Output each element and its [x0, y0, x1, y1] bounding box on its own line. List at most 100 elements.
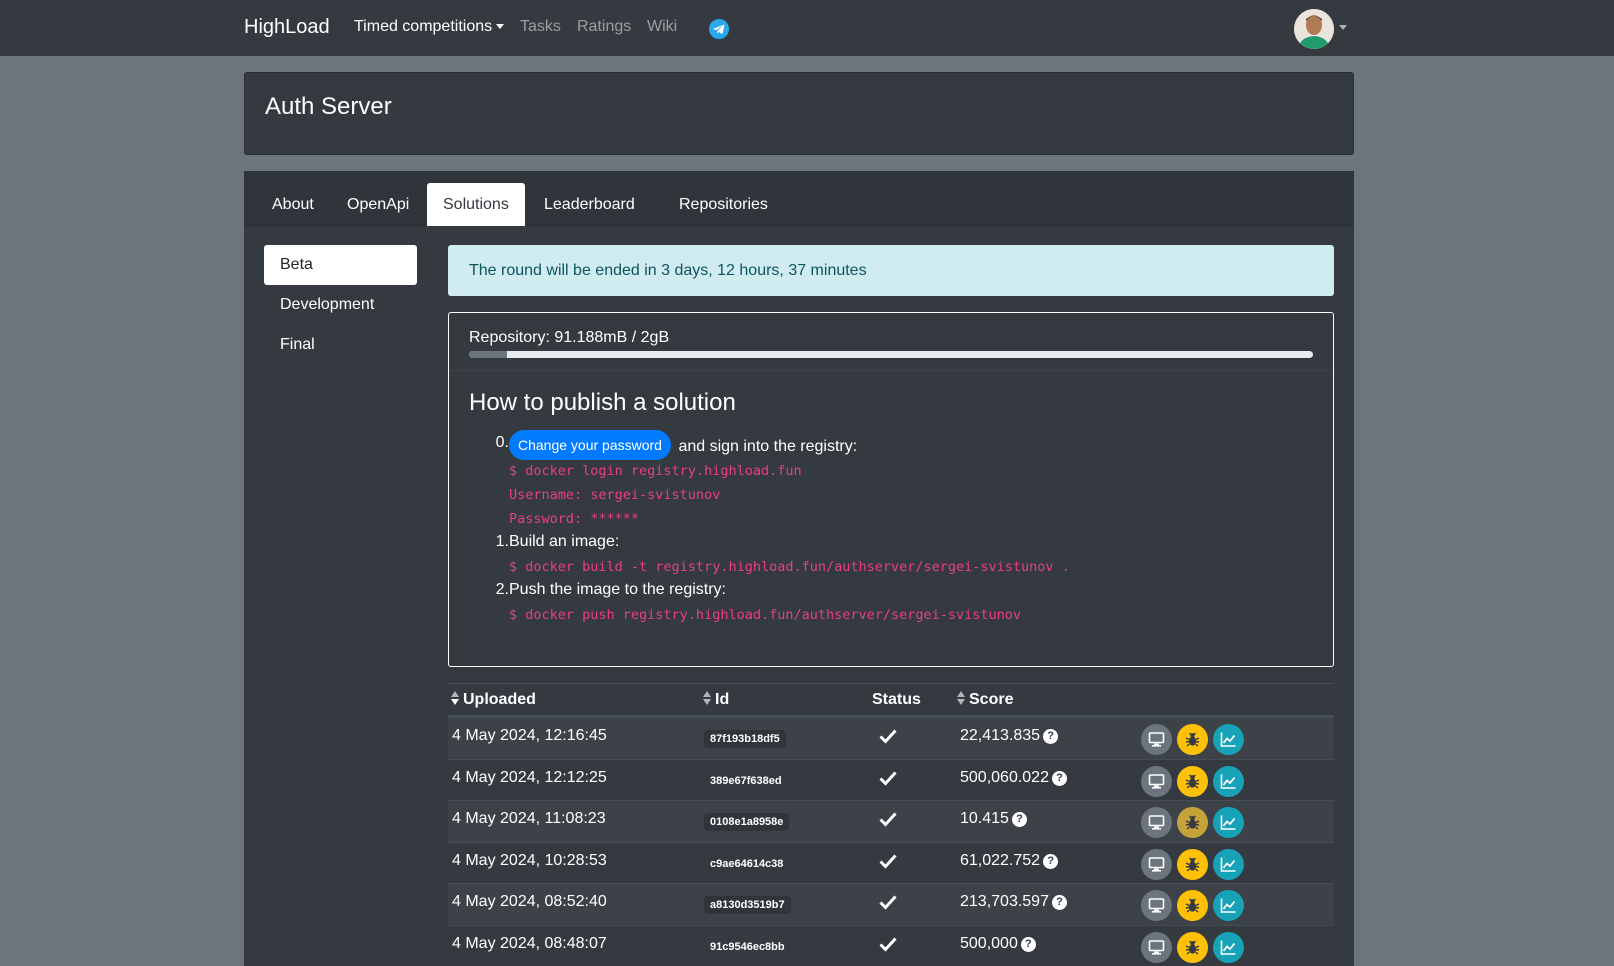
metrics-button[interactable] — [1213, 765, 1244, 797]
uploaded-cell: 4 May 2024, 12:12:25 — [452, 768, 607, 786]
uploaded-cell: 4 May 2024, 10:28:53 — [452, 851, 607, 869]
question-icon[interactable]: ? — [1011, 812, 1027, 827]
step-1-text: Build an image: — [509, 533, 620, 550]
nav-ratings[interactable]: Ratings — [577, 18, 631, 36]
table-row: 4 May 2024, 12:12:25 389e67f638ed 500,06… — [448, 758, 1334, 801]
repository-usage-progress — [469, 351, 1313, 358]
solution-id-badge: 91c9546ec8bb — [704, 937, 791, 956]
column-score[interactable]: Score — [956, 691, 1013, 709]
question-icon[interactable]: ? — [1043, 729, 1059, 744]
main-card: About OpenApi Solutions Leaderboard Repo… — [244, 171, 1354, 966]
logs-button[interactable] — [1141, 807, 1172, 838]
chart-line-icon — [1220, 815, 1236, 830]
table-header: Uploaded Id Status Score — [448, 683, 1334, 717]
score-cell: 500,060.022? — [960, 769, 1067, 787]
logs-button[interactable] — [1141, 890, 1172, 921]
solution-id-badge: a8130d3519b7 — [704, 896, 791, 914]
score-value: 22,413.835 — [960, 727, 1041, 744]
solution-id-badge: 389e67f638ed — [704, 771, 788, 790]
step-number: 2. — [495, 581, 509, 598]
uploaded-cell: 4 May 2024, 08:48:07 — [452, 934, 607, 952]
metrics-button[interactable] — [1213, 848, 1244, 880]
debug-button[interactable] — [1177, 765, 1208, 797]
divider — [449, 370, 1333, 371]
metrics-button[interactable] — [1213, 724, 1244, 755]
brand-logo[interactable]: HighLoad — [244, 16, 330, 39]
question-icon[interactable]: ? — [1051, 895, 1067, 910]
solution-id-badge: c9ae64614c38 — [704, 854, 790, 873]
nav-timed-competitions[interactable]: Timed competitions — [354, 18, 505, 36]
solutions-table: Uploaded Id Status Score 4 May 2024, 12:… — [448, 683, 1334, 966]
row-actions — [1141, 724, 1251, 755]
debug-button[interactable] — [1177, 807, 1208, 838]
tab-bar: About OpenApi Solutions Leaderboard Repo… — [244, 171, 1354, 226]
round-end-alert: The round will be ended in 3 days, 12 ho… — [448, 245, 1334, 296]
score-cell: 22,413.835? — [960, 727, 1059, 745]
metrics-button[interactable] — [1213, 807, 1244, 838]
score-cell: 61,022.752? — [960, 851, 1059, 870]
logs-button[interactable] — [1141, 931, 1172, 963]
chart-line-icon — [1220, 774, 1236, 789]
nav-timed-competitions-label: Timed competitions — [354, 18, 493, 35]
sidebar-item-beta[interactable]: Beta — [264, 245, 417, 285]
tab-about[interactable]: About — [256, 183, 330, 226]
question-icon[interactable]: ? — [1043, 853, 1059, 869]
debug-button[interactable] — [1177, 890, 1208, 921]
tab-openapi[interactable]: OpenApi — [331, 183, 425, 226]
sort-icon — [702, 691, 712, 705]
question-icon[interactable]: ? — [1020, 936, 1036, 952]
user-avatar[interactable] — [1294, 9, 1334, 49]
row-actions — [1141, 807, 1251, 838]
chart-line-icon — [1220, 940, 1236, 955]
uploaded-cell: 4 May 2024, 11:08:23 — [452, 810, 606, 827]
sidebar-item-development[interactable]: Development — [264, 285, 417, 325]
solution-id-badge: 0108e1a8958e — [704, 813, 790, 831]
monitor-icon — [1148, 898, 1165, 913]
sidebar-item-final[interactable]: Final — [264, 325, 417, 365]
debug-button[interactable] — [1177, 931, 1208, 963]
check-icon — [879, 770, 897, 786]
debug-button[interactable] — [1177, 848, 1208, 880]
progress-fill — [469, 351, 507, 358]
code-docker-login: $ docker login registry.highload.fun — [509, 463, 802, 479]
score-cell: 500,000? — [960, 935, 1036, 953]
tab-solutions[interactable]: Solutions — [427, 183, 525, 226]
debug-button[interactable] — [1177, 724, 1208, 755]
row-actions — [1141, 848, 1251, 880]
table-row: 4 May 2024, 11:08:23 0108e1a8958e 10.415… — [448, 800, 1334, 842]
code-docker-push: $ docker push registry.highload.fun/auth… — [509, 607, 1022, 623]
row-actions — [1141, 765, 1251, 797]
tab-leaderboard[interactable]: Leaderboard — [528, 183, 651, 226]
tab-repositories[interactable]: Repositories — [663, 183, 784, 226]
nav-wiki[interactable]: Wiki — [647, 18, 677, 36]
monitor-icon — [1148, 773, 1165, 789]
column-id[interactable]: Id — [702, 691, 729, 709]
metrics-button[interactable] — [1213, 890, 1244, 921]
score-value: 10.415 — [960, 810, 1009, 827]
uploaded-cell: 4 May 2024, 12:16:45 — [452, 727, 607, 744]
uploaded-cell: 4 May 2024, 08:52:40 — [452, 893, 607, 910]
bug-icon — [1185, 857, 1200, 872]
column-status: Status — [872, 691, 921, 708]
bug-icon — [1185, 732, 1200, 747]
change-password-button[interactable]: Change your password — [509, 430, 671, 460]
check-icon — [879, 895, 897, 910]
step-2-text: Push the image to the registry: — [509, 581, 726, 598]
publish-title: How to publish a solution — [469, 389, 736, 416]
score-value: 500,060.022 — [960, 768, 1049, 786]
metrics-button[interactable] — [1213, 931, 1244, 963]
chevron-down-icon[interactable] — [1339, 25, 1347, 30]
score-value: 61,022.752 — [960, 851, 1041, 869]
table-row: 4 May 2024, 08:52:40 a8130d3519b7 213,70… — [448, 883, 1334, 925]
telegram-icon[interactable] — [709, 19, 729, 39]
solution-id-badge: 87f193b18df5 — [704, 730, 786, 748]
question-icon[interactable]: ? — [1051, 770, 1067, 786]
step-number: 1. — [495, 533, 509, 550]
logs-button[interactable] — [1141, 765, 1172, 797]
step-number: 0. — [495, 434, 509, 451]
logs-button[interactable] — [1141, 848, 1172, 880]
column-uploaded[interactable]: Uploaded — [450, 691, 536, 709]
logs-button[interactable] — [1141, 724, 1172, 755]
sort-icon — [450, 691, 460, 705]
nav-tasks[interactable]: Tasks — [520, 18, 561, 36]
